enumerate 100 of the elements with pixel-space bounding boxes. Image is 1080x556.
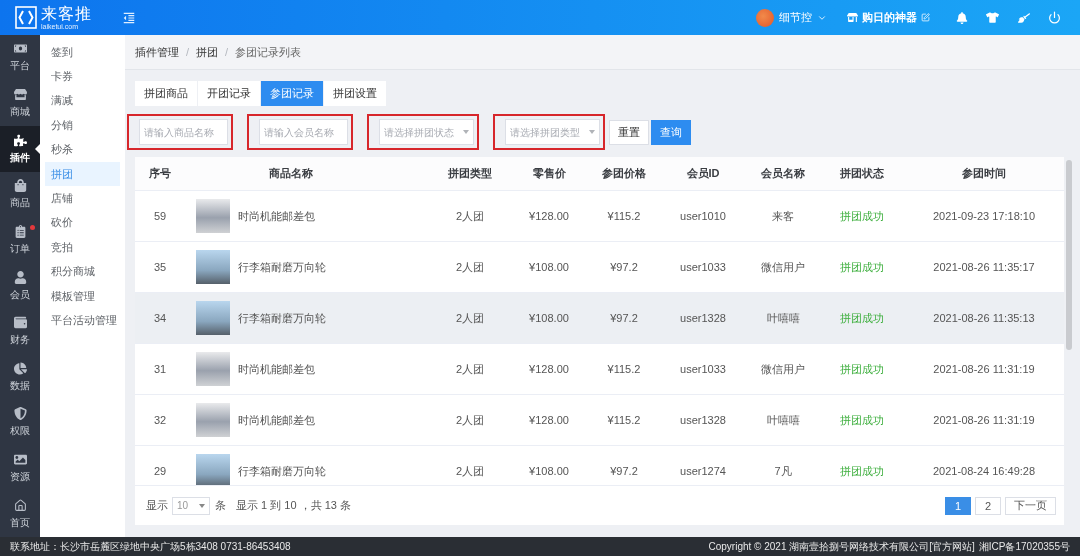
submenu-item[interactable]: 满减 — [45, 88, 120, 114]
column-header: 会员ID — [685, 166, 721, 181]
tab[interactable]: 拼团商品 — [135, 81, 197, 106]
table-cell: 来客 — [772, 208, 794, 224]
product-name: 行李箱耐磨万向轮 — [238, 310, 326, 326]
submenu-item[interactable]: 积分商城 — [45, 259, 120, 284]
photo-placeholder — [196, 403, 230, 437]
table-cell: 31 — [153, 363, 167, 375]
user-icon — [13, 270, 27, 284]
wallet-icon — [13, 316, 27, 330]
footer-copyright: Copyright © 2021 湖南壹拾捌号网络技术有限公司 — [708, 539, 930, 554]
column-header: 会员名称 — [760, 166, 806, 181]
column-header: 拼团类型 — [447, 166, 493, 181]
puzzle-icon — [13, 133, 27, 147]
select-field[interactable]: 请选择拼团状态 — [379, 119, 474, 145]
column-header: 参团时间 — [961, 166, 1007, 181]
table-cell: user1033 — [680, 261, 726, 273]
input-field[interactable]: 请输入商品名称 — [139, 119, 228, 145]
submenu-item[interactable]: 砍价 — [45, 210, 120, 236]
nav-item[interactable]: 权限 — [0, 400, 40, 446]
select-field[interactable]: 请选择拼团类型 — [505, 119, 600, 145]
table-cell: 叶嘻嘻 — [766, 412, 800, 428]
logo-icon — [15, 6, 37, 29]
nav-item[interactable]: 会员 — [0, 263, 40, 309]
next-page-button[interactable]: 下一页 — [1005, 496, 1056, 515]
status-text: 拼团成功 — [840, 208, 884, 224]
submenu-item[interactable]: 模板管理 — [45, 283, 120, 309]
nav-item[interactable]: 数据 — [0, 354, 40, 401]
caret-icon — [463, 130, 469, 134]
status-text: 拼团成功 — [840, 412, 884, 428]
photo-placeholder — [196, 250, 230, 284]
table-cell: ¥115.2 — [607, 414, 641, 426]
product-name: 时尚机能邮差包 — [238, 412, 315, 428]
submenu-item[interactable]: 竞拍 — [45, 235, 120, 260]
table-cell: 2人团 — [455, 259, 485, 275]
store-icon — [847, 12, 858, 23]
column-header: 拼团状态 — [839, 166, 885, 181]
breadcrumb-link[interactable]: 拼团 — [196, 44, 219, 60]
nav-item[interactable]: 平台 — [0, 35, 40, 81]
page-button[interactable]: 2 — [975, 496, 1001, 515]
caret-icon — [589, 130, 595, 134]
store-icon — [13, 87, 27, 101]
product-name: 时尚机能邮差包 — [238, 208, 315, 224]
table-cell: 微信用户 — [761, 259, 805, 275]
pager-summary: 显示 1 到 10 ，共 13 条 — [236, 498, 351, 513]
scrollbar[interactable] — [1066, 160, 1072, 350]
submenu-item[interactable]: 店铺 — [45, 186, 120, 211]
table-cell: 2021-09-23 17:18:10 — [932, 210, 1036, 222]
nav-item[interactable]: 商品 — [0, 171, 40, 218]
broom-icon — [1017, 11, 1030, 24]
table-cell: user1010 — [680, 210, 726, 222]
nav-item[interactable]: 财务 — [0, 308, 40, 355]
nav-item[interactable]: 商城 — [0, 80, 40, 127]
avatar-icon — [756, 8, 774, 27]
edit-icon — [921, 13, 930, 22]
power-icon — [1048, 11, 1061, 24]
reset-button[interactable]: 重置 — [609, 119, 649, 145]
breadcrumb-separator: / — [225, 46, 229, 58]
table-cell: 29 — [153, 465, 167, 477]
photo-placeholder — [196, 352, 230, 386]
table-cell: 35 — [153, 261, 167, 273]
submenu-item[interactable]: 分销 — [45, 113, 120, 138]
table-cell: user1328 — [680, 312, 726, 324]
submenu-item[interactable]: 卡券 — [45, 64, 120, 89]
shirt-icon — [986, 11, 999, 24]
icp-link[interactable]: 湘ICP备17020355号 — [978, 539, 1070, 554]
table-cell: ¥97.2 — [610, 261, 638, 273]
product-name: 行李箱耐磨万向轮 — [238, 463, 326, 479]
logo-title: 来客推 — [41, 5, 92, 22]
caret-icon — [199, 503, 205, 508]
tab[interactable]: 拼团设置 — [324, 81, 386, 106]
table-cell: user1328 — [680, 414, 726, 426]
nav-item[interactable]: 订单 — [0, 217, 40, 264]
product-name: 时尚机能邮差包 — [238, 361, 315, 377]
product-name: 行李箱耐磨万向轮 — [238, 259, 326, 275]
shopping-bag-icon — [13, 179, 27, 193]
official-site-link[interactable]: [官方网站] — [929, 539, 975, 554]
table-cell: 微信用户 — [761, 361, 805, 377]
table-cell: 2人团 — [455, 361, 485, 377]
table-cell: 2021-08-26 11:31:19 — [933, 414, 1035, 426]
table-cell: ¥97.2 — [610, 465, 638, 477]
input-field[interactable]: 请输入会员名称 — [259, 119, 348, 145]
menu-icon — [122, 10, 136, 25]
table-cell: ¥108.00 — [529, 465, 569, 477]
table-cell: 叶嘻嘻 — [766, 310, 800, 326]
submenu-item[interactable]: 秒杀 — [45, 137, 120, 162]
table-cell: ¥108.00 — [529, 312, 569, 324]
table-cell: ¥128.00 — [529, 414, 569, 426]
submenu-item[interactable]: 签到 — [45, 40, 120, 65]
table-cell: ¥128.00 — [529, 210, 569, 222]
nav-item[interactable]: 首页 — [0, 491, 40, 538]
table-cell: 2021-08-26 11:35:13 — [933, 312, 1035, 324]
tab[interactable]: 开团记录 — [198, 81, 260, 106]
submenu-item[interactable]: 平台活动管理 — [45, 308, 120, 333]
pager-label: 显示 — [146, 498, 168, 513]
menu-toggle-button[interactable] — [122, 10, 136, 25]
column-header: 参团价格 — [601, 166, 647, 181]
nav-item[interactable]: 插件 — [0, 126, 40, 172]
breadcrumb-link[interactable]: 插件管理 — [135, 44, 179, 60]
nav-item[interactable]: 资源 — [0, 445, 40, 492]
